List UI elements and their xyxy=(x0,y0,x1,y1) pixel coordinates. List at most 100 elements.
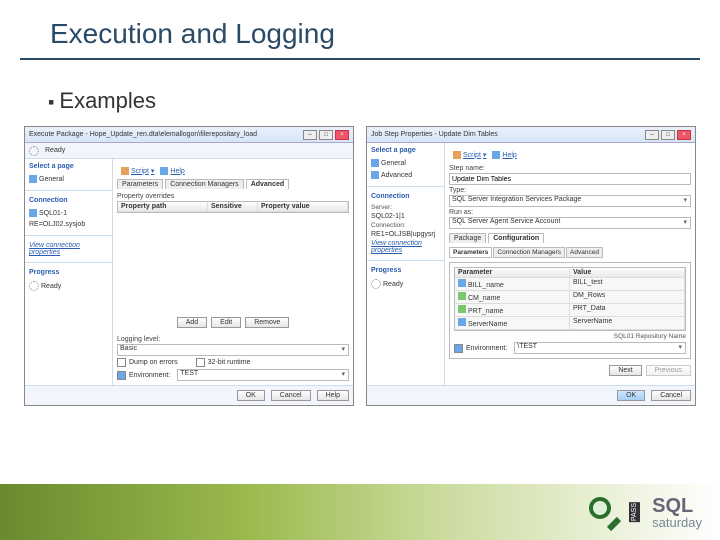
type-label: Type: xyxy=(449,187,691,194)
table-row[interactable]: ServerName xyxy=(570,317,685,330)
help-button[interactable]: Help xyxy=(160,167,184,175)
param-icon xyxy=(458,318,466,326)
server-label: Server: xyxy=(371,204,440,211)
server-value: SQL01-1 xyxy=(39,210,67,217)
progress-status-row: Ready xyxy=(29,280,108,292)
ready-label: Ready xyxy=(45,147,65,154)
params-grid[interactable]: Parameter Value BILL_name BILL_test CM_n… xyxy=(454,267,686,331)
progress-header: Progress xyxy=(371,267,440,274)
logging-label: Logging level: xyxy=(117,336,349,343)
progress-header: Progress xyxy=(29,269,108,276)
tab-package[interactable]: Package xyxy=(449,233,486,243)
type-select[interactable]: SQL Server Integration Services Package xyxy=(449,195,691,207)
col-value: Value xyxy=(570,268,685,278)
magnifier-icon xyxy=(587,495,621,529)
slide-title: Execution and Logging xyxy=(20,0,700,60)
tab-advanced[interactable]: Advanced xyxy=(246,179,289,189)
nav-advanced[interactable]: Advanced xyxy=(371,170,440,180)
connection-header: Connection xyxy=(371,193,440,200)
nav-general[interactable]: General xyxy=(29,174,108,184)
logo-saturday-text: saturday xyxy=(652,516,702,529)
stepname-input[interactable] xyxy=(449,173,691,185)
maximize-button[interactable]: □ xyxy=(319,130,333,140)
script-icon xyxy=(453,151,461,159)
script-button[interactable]: Script ▾ xyxy=(121,167,154,175)
repo-label: RE=OLJ02.sysjob xyxy=(29,221,85,228)
runtime-checkbox[interactable] xyxy=(196,358,205,367)
subtab-connection-managers[interactable]: Connection Managers xyxy=(493,247,565,258)
execute-package-dialog: Execute Package - Hope_Update_ren.dta\el… xyxy=(24,126,354,406)
env-select[interactable]: \TEST xyxy=(514,342,686,354)
progress-status: Ready xyxy=(383,281,403,288)
next-button[interactable]: Next xyxy=(609,365,641,376)
overrides-label: Property overrides xyxy=(117,193,349,200)
sqlsaturday-logo: PASS SQL saturday xyxy=(587,495,702,529)
nav-advanced-label: Advanced xyxy=(381,172,412,179)
close-button[interactable]: × xyxy=(677,130,691,140)
page-icon xyxy=(371,159,379,167)
table-row[interactable]: PRT_Data xyxy=(570,304,685,317)
edit-button[interactable]: Edit xyxy=(211,317,241,328)
job-step-properties-dialog: Job Step Properties - Update Dim Tables … xyxy=(366,126,696,406)
param-icon xyxy=(458,279,466,287)
env-label: Environment: xyxy=(466,345,507,352)
col-param: Parameter xyxy=(455,268,570,278)
param-icon xyxy=(458,292,466,300)
add-button[interactable]: Add xyxy=(177,317,207,328)
connection-header: Connection xyxy=(29,197,108,204)
subtab-advanced[interactable]: Advanced xyxy=(566,247,603,258)
page-icon xyxy=(29,175,37,183)
env-label: Environment: xyxy=(129,372,170,379)
close-button[interactable]: × xyxy=(335,130,349,140)
minimize-button[interactable]: – xyxy=(303,130,317,140)
table-row[interactable]: BILL_test xyxy=(570,278,685,291)
dump-checkbox[interactable] xyxy=(117,358,126,367)
view-conn-link[interactable]: View connection properties xyxy=(29,242,108,256)
progress-status-row: Ready xyxy=(371,278,440,290)
cancel-button[interactable]: Cancel xyxy=(651,390,691,401)
maximize-button[interactable]: □ xyxy=(661,130,675,140)
view-conn-link[interactable]: View connection properties xyxy=(371,240,440,254)
runas-label: Run as: xyxy=(449,209,691,216)
subtab-parameters[interactable]: Parameters xyxy=(449,247,492,258)
runas-select[interactable]: SQL Server Agent Service Account xyxy=(449,217,691,229)
cancel-button[interactable]: Cancel xyxy=(271,390,311,401)
ok-button[interactable]: OK xyxy=(617,390,645,401)
stepname-label: Step name: xyxy=(449,165,691,172)
nav-general-label: General xyxy=(381,160,406,167)
titlebar: Job Step Properties - Update Dim Tables … xyxy=(367,127,695,143)
env-checkbox[interactable] xyxy=(454,344,463,353)
help-icon xyxy=(160,167,168,175)
params-panel: Parameter Value BILL_name BILL_test CM_n… xyxy=(449,262,691,359)
progress-status: Ready xyxy=(41,283,61,290)
ok-button[interactable]: OK xyxy=(237,390,265,401)
env-select[interactable]: TEST xyxy=(177,369,349,381)
conn-label: Connection: xyxy=(371,222,440,229)
footer-brand-bar: PASS SQL saturday xyxy=(0,484,720,540)
env-checkbox[interactable] xyxy=(117,371,126,380)
help-button[interactable]: Help xyxy=(492,151,516,159)
previous-button: Previous xyxy=(646,365,691,376)
tab-parameters[interactable]: Parameters xyxy=(117,179,163,189)
spinner-icon xyxy=(29,281,39,291)
server-row: SQL01-1 xyxy=(29,208,108,218)
nav-panel: Select a page General Advanced Connectio… xyxy=(367,143,445,385)
script-button[interactable]: Script ▾ xyxy=(453,151,486,159)
logo-sql-text: SQL xyxy=(652,496,702,516)
nav-general-label: General xyxy=(39,176,64,183)
page-icon xyxy=(371,171,379,179)
minimize-button[interactable]: – xyxy=(645,130,659,140)
logging-select[interactable]: Basic xyxy=(117,344,349,356)
table-row: CM_name xyxy=(455,291,570,304)
nav-general[interactable]: General xyxy=(371,158,440,168)
table-row[interactable]: DM_Rows xyxy=(570,291,685,304)
main-panel: Script ▾ Help Parameters Connection Mana… xyxy=(113,159,353,385)
help-button[interactable]: Help xyxy=(317,390,349,401)
tab-configuration[interactable]: Configuration xyxy=(488,233,544,243)
tab-connection-managers[interactable]: Connection Managers xyxy=(165,179,244,189)
table-row: PRT_name xyxy=(455,304,570,317)
window-title: Job Step Properties - Update Dim Tables xyxy=(371,131,498,138)
ready-icon xyxy=(29,146,39,156)
overrides-grid[interactable]: Property path Sensitive Property value xyxy=(117,201,349,213)
remove-button[interactable]: Remove xyxy=(245,317,289,328)
